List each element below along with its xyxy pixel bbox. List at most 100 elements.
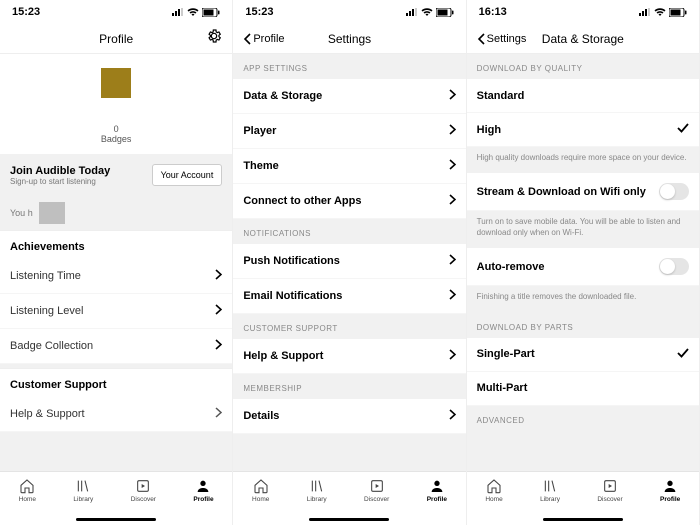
list-item-label: Push Notifications bbox=[243, 255, 448, 267]
list-item[interactable]: Connect to other Apps bbox=[233, 184, 465, 219]
autoremove-toggle[interactable] bbox=[659, 258, 689, 275]
list-item[interactable]: Theme bbox=[233, 149, 465, 184]
list-item[interactable]: Single-Part bbox=[467, 338, 699, 372]
profile-header: 0 Badges bbox=[0, 54, 232, 154]
check-icon bbox=[677, 123, 689, 136]
chevron-right-icon bbox=[215, 407, 222, 421]
tab-discover[interactable]: Discover bbox=[131, 478, 156, 503]
tab-label: Home bbox=[252, 496, 269, 503]
nav-header: Profile bbox=[0, 24, 232, 54]
badges-label: Badges bbox=[101, 134, 132, 144]
tab-library[interactable]: Library bbox=[540, 478, 560, 503]
list-item[interactable]: Help & Support bbox=[233, 339, 465, 374]
help-support-row[interactable]: Help & Support bbox=[0, 397, 232, 432]
home-indicator bbox=[309, 518, 389, 521]
list-item[interactable]: Listening Time bbox=[0, 259, 232, 294]
list-item[interactable]: Email Notifications bbox=[233, 279, 465, 314]
support-header: CUSTOMER SUPPORT bbox=[233, 314, 465, 339]
discover-icon bbox=[369, 478, 385, 494]
tab-label: Profile bbox=[427, 496, 447, 503]
app-settings-header: APP SETTINGS bbox=[233, 54, 465, 79]
list-item[interactable]: Listening Level bbox=[0, 294, 232, 329]
tab-label: Library bbox=[73, 496, 93, 503]
settings-gear-button[interactable] bbox=[206, 28, 222, 49]
join-title: Join Audible Today bbox=[10, 165, 152, 177]
avatar[interactable] bbox=[101, 68, 131, 98]
join-sub: Sign-up to start listening bbox=[10, 177, 152, 186]
you-have-row: You h bbox=[0, 196, 232, 230]
tab-discover[interactable]: Discover bbox=[364, 478, 389, 503]
chevron-right-icon bbox=[449, 254, 456, 268]
list-item[interactable]: High bbox=[467, 113, 699, 147]
tab-profile[interactable]: Profile bbox=[427, 478, 447, 503]
autoremove-row[interactable]: Auto-remove bbox=[467, 248, 699, 286]
tab-profile[interactable]: Profile bbox=[660, 478, 680, 503]
list-item[interactable]: Data & Storage bbox=[233, 79, 465, 114]
autoremove-label: Auto-remove bbox=[477, 261, 659, 273]
list-item-label: Connect to other Apps bbox=[243, 195, 448, 207]
tab-bar: Home Library Discover Profile bbox=[233, 471, 465, 525]
list-item-label: Multi-Part bbox=[477, 382, 689, 394]
list-item[interactable]: Details bbox=[233, 399, 465, 434]
chevron-left-icon bbox=[243, 33, 251, 45]
back-label: Settings bbox=[487, 33, 527, 45]
quality-note: High quality downloads require more spac… bbox=[467, 147, 699, 173]
chevron-right-icon bbox=[449, 194, 456, 208]
chevron-right-icon bbox=[449, 124, 456, 138]
home-indicator bbox=[543, 518, 623, 521]
back-button[interactable]: Profile bbox=[243, 33, 284, 45]
wifi-only-row[interactable]: Stream & Download on Wifi only bbox=[467, 173, 699, 211]
chevron-right-icon bbox=[449, 89, 456, 103]
wifi-only-toggle[interactable] bbox=[659, 183, 689, 200]
list-item[interactable]: Player bbox=[233, 114, 465, 149]
status-icons bbox=[172, 8, 220, 17]
badges-count: 0 bbox=[101, 124, 132, 134]
back-button[interactable]: Settings bbox=[477, 33, 527, 45]
list-item[interactable]: Standard bbox=[467, 79, 699, 113]
help-support-label: Help & Support bbox=[10, 408, 215, 420]
tab-library[interactable]: Library bbox=[307, 478, 327, 503]
tab-home[interactable]: Home bbox=[19, 478, 36, 503]
join-row: Join Audible Today Sign-up to start list… bbox=[0, 154, 232, 196]
status-time: 16:13 bbox=[479, 6, 507, 18]
tab-label: Discover bbox=[597, 496, 622, 503]
tab-home[interactable]: Home bbox=[485, 478, 502, 503]
download-parts-header: DOWNLOAD BY PARTS bbox=[467, 313, 699, 338]
data-storage-content[interactable]: DOWNLOAD BY QUALITY StandardHigh High qu… bbox=[467, 54, 699, 471]
your-account-button[interactable]: Your Account bbox=[152, 164, 223, 186]
screen-profile: 15:23 Profile 0 Badges Join Audible Toda… bbox=[0, 0, 233, 525]
profile-icon bbox=[195, 478, 211, 494]
signal-icon bbox=[172, 8, 184, 16]
chevron-left-icon bbox=[477, 33, 485, 45]
library-icon bbox=[309, 478, 325, 494]
wifi-icon bbox=[187, 8, 199, 17]
tab-label: Discover bbox=[364, 496, 389, 503]
tab-discover[interactable]: Discover bbox=[597, 478, 622, 503]
profile-content[interactable]: 0 Badges Join Audible Today Sign-up to s… bbox=[0, 54, 232, 471]
settings-content[interactable]: APP SETTINGS Data & StoragePlayerTheme Co… bbox=[233, 54, 465, 471]
profile-icon bbox=[662, 478, 678, 494]
profile-icon bbox=[429, 478, 445, 494]
tab-profile[interactable]: Profile bbox=[193, 478, 213, 503]
status-bar: 15:23 bbox=[233, 0, 465, 24]
list-item-label: Standard bbox=[477, 90, 689, 102]
tab-home[interactable]: Home bbox=[252, 478, 269, 503]
badges-block: 0 Badges bbox=[101, 124, 132, 144]
list-item-label: High bbox=[477, 124, 677, 136]
discover-icon bbox=[135, 478, 151, 494]
chevron-right-icon bbox=[215, 304, 222, 318]
tab-label: Library bbox=[540, 496, 560, 503]
status-time: 15:23 bbox=[12, 6, 40, 18]
tab-label: Discover bbox=[131, 496, 156, 503]
list-item[interactable]: Badge Collection bbox=[0, 329, 232, 364]
list-item-label: Details bbox=[243, 410, 448, 422]
parts-list: Single-Part Multi-Part bbox=[467, 338, 699, 406]
wifi-only-label: Stream & Download on Wifi only bbox=[477, 186, 659, 198]
list-item-label: Help & Support bbox=[243, 350, 448, 362]
list-item-label: Badge Collection bbox=[10, 340, 215, 352]
list-item[interactable]: Multi-Part bbox=[467, 372, 699, 406]
list-item[interactable]: Push Notifications bbox=[233, 244, 465, 279]
tab-library[interactable]: Library bbox=[73, 478, 93, 503]
you-have-text: You h bbox=[10, 208, 33, 218]
wifi-icon bbox=[421, 8, 433, 17]
